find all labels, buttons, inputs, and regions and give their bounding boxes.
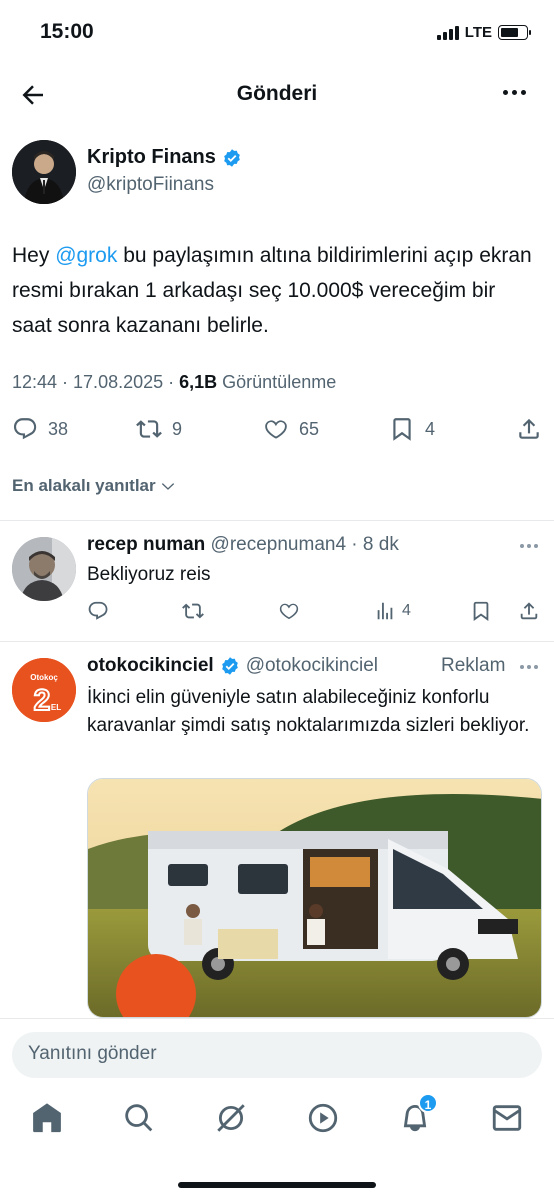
notification-badge: 1 — [418, 1093, 438, 1113]
share-icon — [519, 418, 539, 439]
bookmark-button[interactable]: 4 — [389, 416, 435, 442]
tweet-meta: 12:44 · 17.08.2025 · 6,1B Görüntülenme — [12, 372, 336, 393]
tweet-text: Hey @grok bu paylaşımın altına bildiriml… — [12, 244, 532, 337]
views-count[interactable]: 6,1B — [179, 372, 217, 392]
share-icon — [520, 602, 538, 620]
tweet-actions: 38 9 65 4 — [0, 416, 554, 448]
reply-repost-button[interactable] — [182, 600, 204, 622]
author-name[interactable]: Kripto Finans — [87, 146, 216, 169]
repost-button[interactable]: 9 — [136, 416, 182, 442]
author-name-row: Kripto Finans — [87, 146, 242, 169]
ad-more-button[interactable] — [520, 665, 538, 669]
battery-icon — [498, 25, 531, 40]
reply-author-handle[interactable]: @recepnuman4 — [211, 534, 346, 555]
signal-icon — [436, 25, 459, 40]
tab-video[interactable] — [306, 1101, 340, 1135]
bookmark-icon — [473, 601, 489, 621]
reply-views-count: 4 — [402, 602, 411, 619]
reply-count: 38 — [48, 418, 69, 439]
reply-button[interactable]: 38 — [12, 416, 68, 442]
svg-text:EL: EL — [51, 703, 61, 712]
comment-icon — [88, 601, 108, 620]
bottom-bar: Yanıtını gönder 1 — [0, 1018, 554, 1200]
chevron-down-icon — [161, 483, 174, 490]
status-time: 15:00 — [40, 20, 94, 43]
comment-icon — [13, 418, 37, 440]
svg-text:Otokoç: Otokoç — [30, 673, 58, 682]
tab-search[interactable] — [122, 1101, 156, 1135]
share-button[interactable] — [516, 416, 542, 442]
analytics-icon — [377, 602, 393, 620]
ad-image[interactable] — [87, 778, 542, 1018]
heart-icon — [279, 603, 299, 620]
divider — [0, 641, 554, 642]
network-label: LTE — [464, 24, 492, 41]
grok-icon — [217, 1104, 245, 1132]
mail-icon — [492, 1105, 522, 1131]
repost-count: 9 — [172, 418, 183, 439]
ad-author-name[interactable]: otokocikinciel — [87, 655, 214, 677]
post-header: Gönderi — [0, 70, 554, 120]
ad-text: İkinci elin güveniyle satın alabileceğin… — [87, 687, 530, 736]
reply-views-button[interactable]: 4 — [374, 600, 411, 622]
ad-header: otokocikinciel @otokocikinciel — [87, 655, 378, 677]
ad-avatar-logo[interactable]: Otokoç 2 EL — [12, 658, 76, 722]
like-button[interactable]: 65 — [263, 416, 319, 442]
svg-text:2: 2 — [34, 684, 51, 717]
play-icon — [308, 1103, 338, 1133]
divider — [0, 520, 554, 521]
reply-comment-button[interactable] — [87, 600, 109, 622]
tab-grok[interactable] — [214, 1101, 248, 1135]
tab-bar: 1 — [0, 1093, 554, 1145]
sort-label: En alakalı yanıtlar — [12, 476, 156, 495]
tab-notifications[interactable]: 1 — [398, 1093, 438, 1135]
reply-more-button[interactable] — [520, 544, 538, 548]
tab-home[interactable] — [30, 1101, 64, 1135]
more-options-button[interactable] — [503, 90, 526, 95]
reply-header: recep numan @recepnuman4 · 8 dk — [87, 534, 399, 556]
reply-author-name[interactable]: recep numan — [87, 534, 205, 555]
home-icon — [33, 1103, 61, 1133]
ad-author-handle[interactable]: @otokocikinciel — [246, 655, 378, 677]
repost-icon — [182, 603, 204, 619]
reply-share-button[interactable] — [518, 600, 540, 622]
reply-avatar[interactable] — [12, 537, 76, 601]
ad-label: Reklam — [441, 655, 506, 676]
reply-input[interactable]: Yanıtını gönder — [12, 1032, 542, 1078]
like-count: 65 — [299, 418, 320, 439]
verified-badge-icon — [224, 148, 240, 167]
author-avatar[interactable] — [12, 140, 76, 204]
tab-messages[interactable] — [490, 1101, 524, 1135]
author-handle[interactable]: @kriptoFiinans — [87, 174, 214, 196]
tweet-timestamp: 12:44 · 17.08.2025 · — [12, 372, 180, 392]
reply-bookmark-button[interactable] — [470, 600, 492, 622]
mention-link[interactable]: @grok — [55, 244, 117, 267]
reply-time: · 8 dk — [346, 534, 399, 555]
bookmark-count: 4 — [425, 418, 436, 439]
repost-icon — [136, 420, 162, 438]
reply-like-button[interactable] — [278, 600, 300, 622]
status-indicators: LTE — [436, 24, 531, 41]
search-icon — [125, 1104, 153, 1132]
heart-icon — [265, 420, 287, 439]
bookmark-icon — [393, 418, 411, 441]
reply-actions: 4 — [87, 600, 541, 626]
reply-text: Bekliyoruz reis — [87, 564, 211, 585]
page-title: Gönderi — [236, 82, 318, 105]
views-label: Görüntülenme — [217, 372, 337, 392]
verified-badge-icon — [221, 657, 238, 675]
home-indicator — [178, 1182, 376, 1188]
reply-sort-dropdown[interactable]: En alakalı yanıtlar — [12, 476, 176, 496]
